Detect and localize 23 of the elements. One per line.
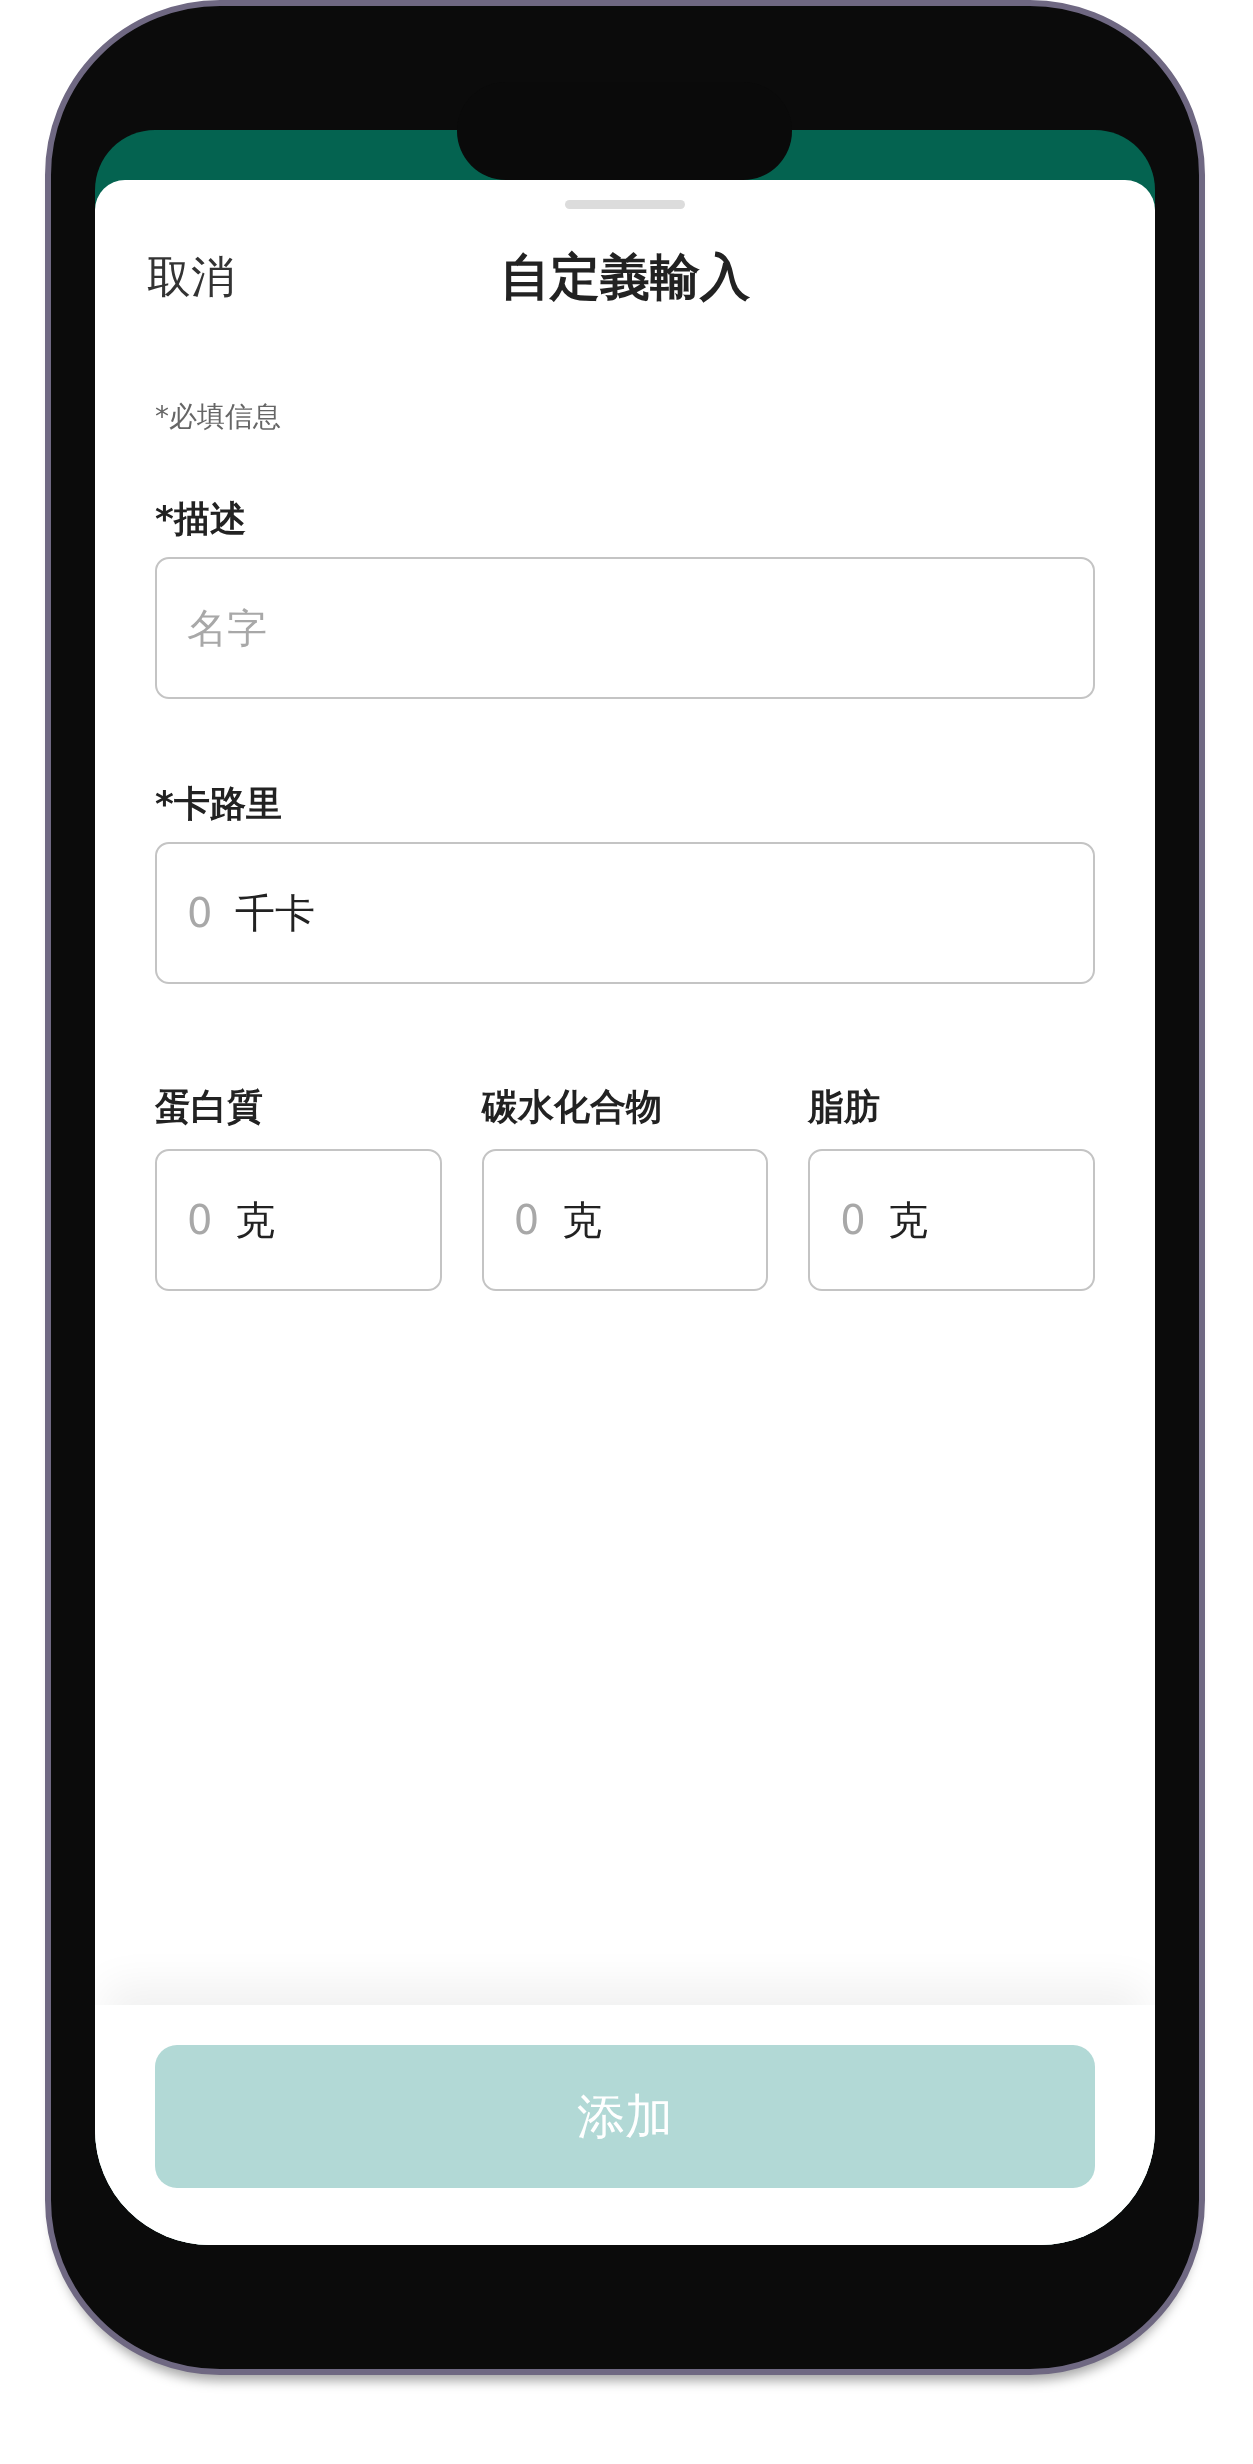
- text-input[interactable]: 名字: [187, 605, 1063, 651]
- field-label: 脂肪: [808, 1085, 882, 1129]
- sheet-title: 自定義輸入: [500, 246, 750, 308]
- unit-label: 千卡: [235, 888, 315, 938]
- input-field[interactable]: 0 克: [808, 1149, 1095, 1291]
- unit-label: 克: [561, 1195, 602, 1245]
- required-note: *必填信息: [155, 399, 282, 435]
- unit-label: 克: [235, 1195, 275, 1245]
- field-label: 蛋白質: [155, 1085, 264, 1129]
- cancel-button[interactable]: 取消: [147, 250, 235, 304]
- field-label: 碳水化合物: [481, 1085, 663, 1129]
- unit-label: 克: [888, 1195, 929, 1245]
- text-input[interactable]: 0: [513, 1197, 544, 1243]
- text-input[interactable]: 0: [187, 1197, 217, 1243]
- field-label: *描述: [155, 497, 247, 541]
- field-label: *卡路里: [155, 782, 283, 826]
- text-input[interactable]: 0: [840, 1197, 871, 1243]
- input-field[interactable]: 名字: [155, 557, 1095, 699]
- input-field[interactable]: 0 克: [155, 1149, 442, 1291]
- input-field[interactable]: 0 千卡: [155, 842, 1095, 984]
- text-input[interactable]: 0: [187, 890, 217, 936]
- input-field[interactable]: 0 克: [481, 1149, 769, 1291]
- drag-handle[interactable]: [565, 200, 685, 209]
